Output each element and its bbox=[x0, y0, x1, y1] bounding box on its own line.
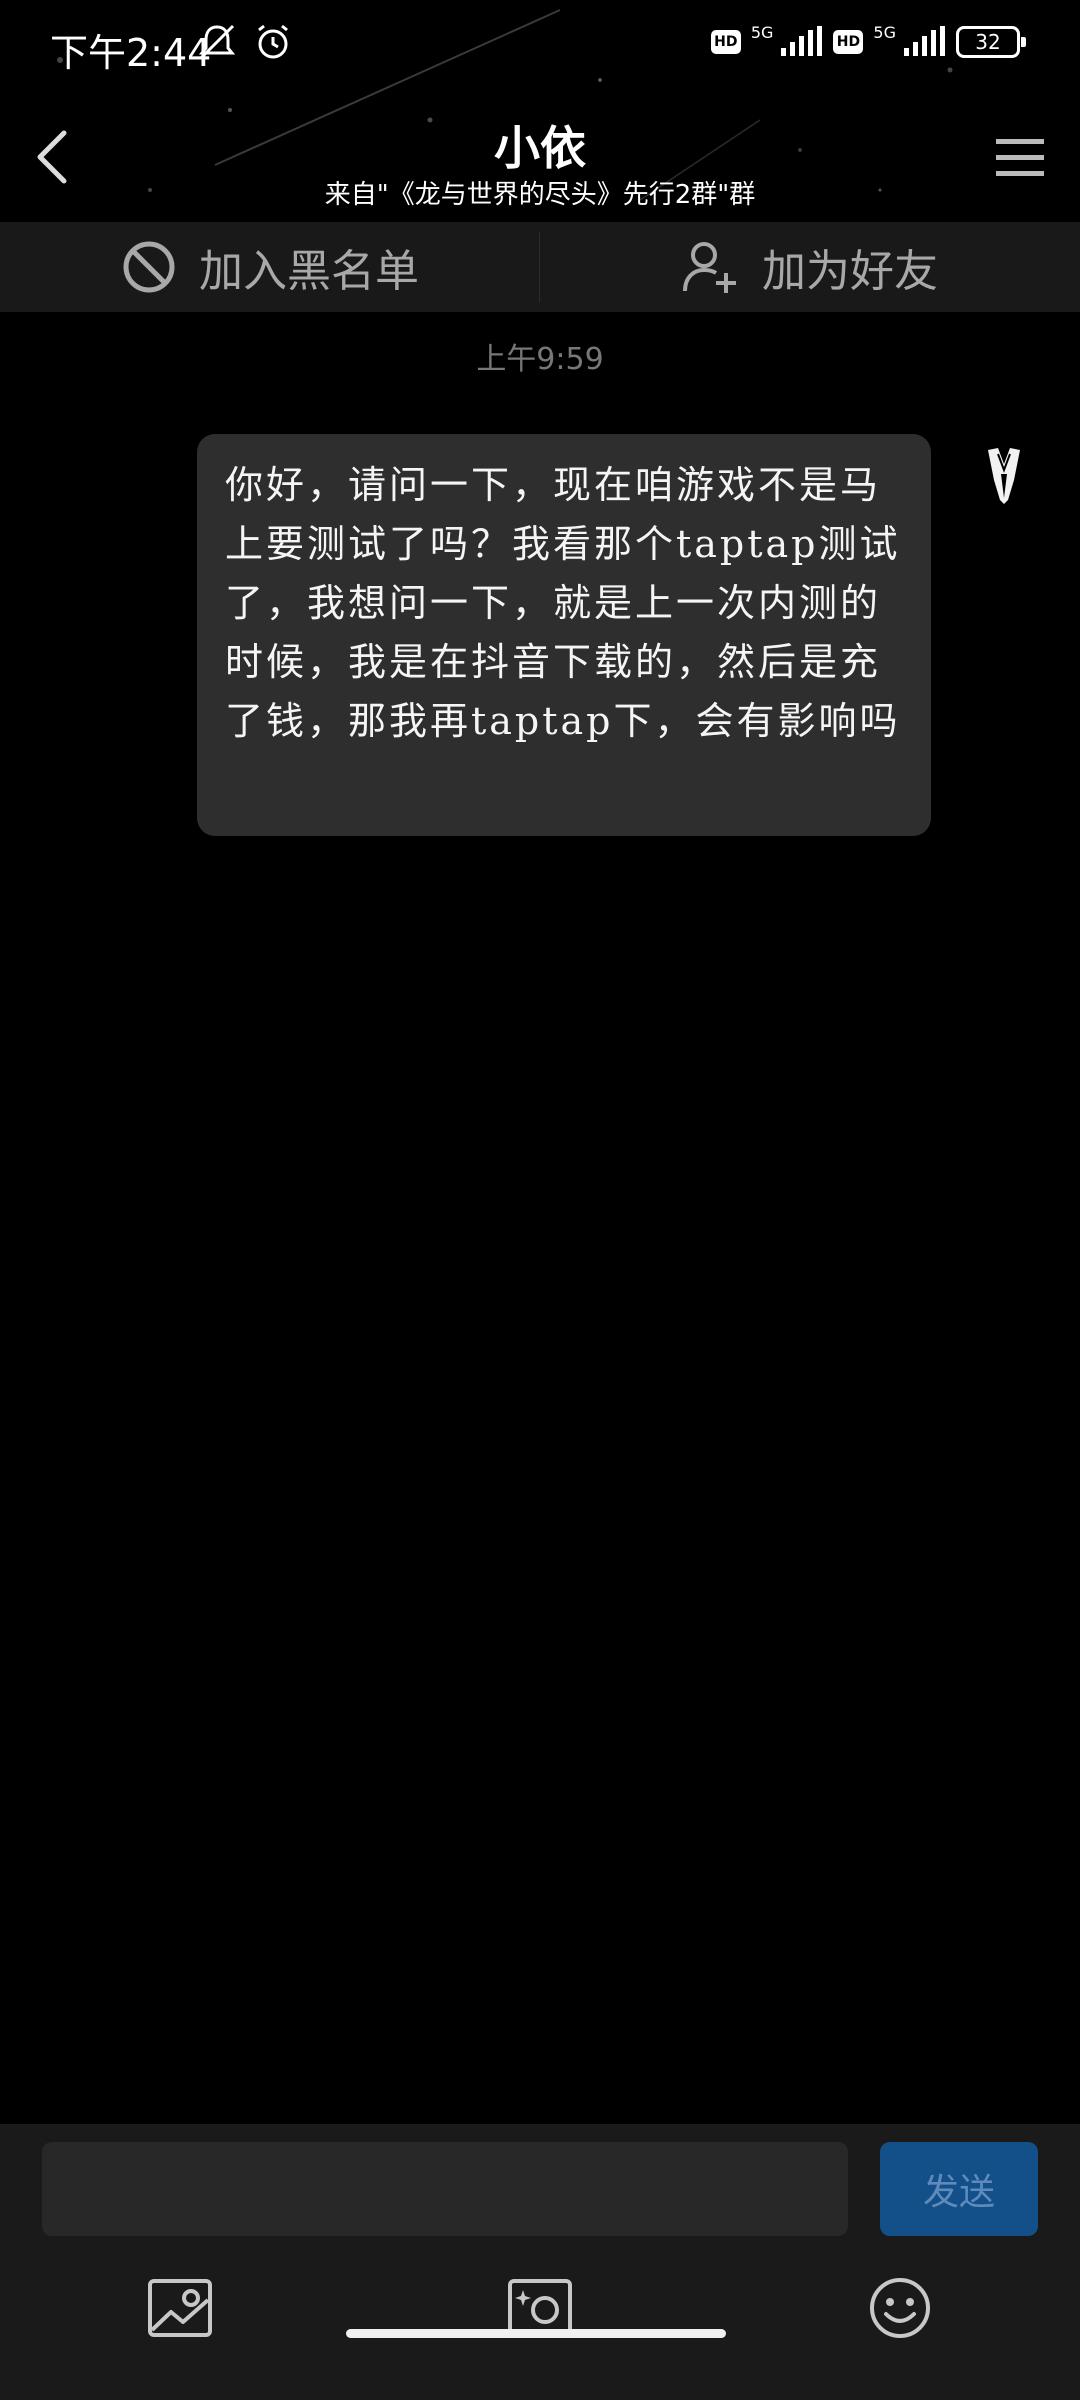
send-button[interactable]: 发送 bbox=[880, 2142, 1038, 2236]
hd-badge: HD bbox=[833, 30, 864, 54]
message-bubble[interactable]: 你好，请问一下，现在咱游戏不是马上要测试了吗？我看那个taptap测试了，我想问… bbox=[197, 434, 931, 836]
block-icon bbox=[123, 241, 175, 293]
blacklist-label: 加入黑名单 bbox=[199, 246, 419, 297]
composer: 发送 bbox=[0, 2124, 1080, 2400]
page-subtitle: 来自"《龙与世界的尽头》先行2群"群 bbox=[324, 180, 756, 210]
add-user-icon bbox=[683, 242, 736, 293]
image-button[interactable] bbox=[140, 2268, 220, 2348]
signal-icon bbox=[781, 26, 823, 56]
avatar[interactable] bbox=[968, 440, 1040, 512]
network-type: 5G bbox=[750, 22, 774, 42]
emoji-icon bbox=[870, 2278, 930, 2338]
add-friend-button[interactable]: 加为好友 bbox=[540, 222, 1080, 312]
page-title: 小依 bbox=[494, 121, 586, 175]
hd-badge: HD bbox=[710, 30, 741, 54]
menu-icon bbox=[996, 139, 1044, 176]
action-bar: 加入黑名单 加为好友 bbox=[0, 222, 1080, 312]
bell-muted-icon bbox=[198, 24, 236, 60]
network-type: 5G bbox=[873, 22, 896, 42]
add-friend-label: 加为好友 bbox=[762, 246, 938, 297]
home-indicator[interactable] bbox=[346, 2329, 726, 2338]
status-bar: 下午2:44 HD 5G HD 5G 32 bbox=[0, 0, 1080, 92]
chat-screen: 下午2:44 HD 5G HD 5G 32 小依 来自"《龙与世界的尽头》先行2… bbox=[0, 0, 1080, 2400]
emoji-button[interactable] bbox=[860, 2268, 940, 2348]
divider bbox=[539, 232, 540, 302]
blacklist-button[interactable]: 加入黑名单 bbox=[0, 222, 540, 312]
menu-button[interactable] bbox=[990, 128, 1050, 188]
image-icon bbox=[148, 2279, 212, 2337]
composer-toolbar bbox=[0, 2268, 1080, 2368]
status-time: 下午2:44 bbox=[50, 31, 212, 75]
status-icons-left bbox=[195, 22, 293, 62]
message-timestamp: 上午9:59 bbox=[476, 342, 604, 377]
signal-icon bbox=[904, 26, 945, 56]
status-icons-right: HD 5G HD 5G 32 bbox=[710, 22, 1026, 58]
message-input[interactable] bbox=[42, 2142, 848, 2236]
battery-indicator: 32 bbox=[956, 26, 1026, 58]
alarm-icon bbox=[258, 24, 288, 59]
nav-bar: 小依 来自"《龙与世界的尽头》先行2群"群 bbox=[0, 100, 1080, 220]
